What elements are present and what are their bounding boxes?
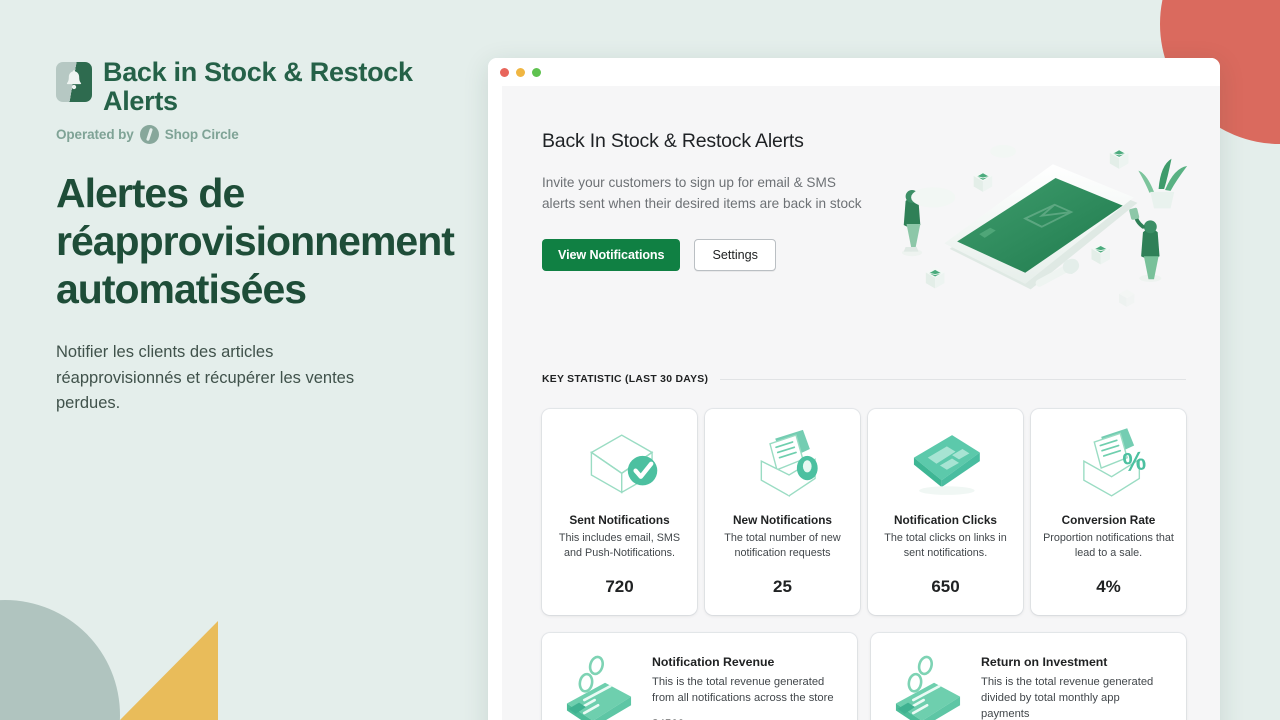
stat-card[interactable]: Notification Clicks The total clicks on … [868,409,1023,615]
key-statistic-header: KEY STATISTIC (LAST 30 DAYS) [542,374,1186,385]
key-statistic-section: KEY STATISTIC (LAST 30 DAYS) Sent Notifi… [502,330,1220,720]
window-maximize-button[interactable] [532,67,541,77]
hero-section: Back In Stock & Restock Alerts Invite yo… [502,86,1220,330]
hero-description: Invite your customers to sign up for ema… [542,175,862,211]
stat-title: Sent Notifications [569,513,670,527]
stat-description: Proportion notifications that lead to a … [1043,532,1174,559]
revenue-card-body: Notification Revenue This is the total r… [652,649,839,720]
stat-card[interactable]: % Conversion Rate Proportion notificatio… [1031,409,1186,615]
operated-by-row: Operated by Shop Circle [56,125,456,145]
stat-value: 25 [773,576,792,596]
revenue-card[interactable]: Notification Revenue This is the total r… [542,632,857,720]
stat-title: New Notifications [733,513,832,527]
credit-card-coins-icon [566,655,632,720]
hero-actions: View Notifications Settings [542,238,872,271]
browser-window: Back In Stock & Restock Alerts Invite yo… [488,58,1220,720]
yellow-triangle-decoration [120,621,218,720]
app-logo-icon [56,62,92,102]
stat-description: The total number of new notification req… [724,532,841,559]
browser-titlebar [488,58,1220,86]
revenue-card-description: This is the total revenue generated divi… [981,675,1154,720]
window-close-button[interactable] [500,67,509,77]
operator-name: Shop Circle [164,127,239,143]
hero-title: Back In Stock & Restock Alerts [542,130,804,152]
stat-description: This includes email, SMS and Push-Notifi… [558,532,681,559]
revenue-card-body: Return on Investment This is the total r… [981,649,1168,720]
stat-value: 4% [1096,576,1121,596]
credit-card-coins-icon [895,655,961,720]
view-notifications-button[interactable]: View Notifications [542,238,681,271]
screenshot-root: Back in Stock & Restock Alerts Operated … [0,0,1280,720]
hero-illustration [878,130,1200,330]
browser-viewport: Back In Stock & Restock Alerts Invite yo… [488,86,1220,720]
envelope-document-icon [760,429,818,497]
promo-column: Back in Stock & Restock Alerts Operated … [56,57,456,416]
app-content: Back In Stock & Restock Alerts Invite yo… [502,86,1220,720]
person-right [1129,207,1162,282]
stat-value: 720 [605,576,634,596]
app-left-rail [488,86,502,720]
promo-subheadline: Notifier les clients des articles réappr… [56,343,355,413]
isometric-phone-illustration [901,144,1188,308]
settings-button[interactable]: Settings [694,238,776,271]
hero-text-block: Back In Stock & Restock Alerts Invite yo… [542,126,872,271]
svg-text:%: % [1121,445,1147,477]
stat-title: Notification Clicks [894,513,997,527]
plant [1138,158,1188,209]
stat-value: 650 [931,576,960,596]
revenue-card-description: This is the total revenue generated from… [652,675,834,705]
operated-by-label: Operated by [56,127,134,143]
mobile-phone-icon [913,435,980,495]
promo-headline: Alertes de réapprovisionnement automatis… [56,170,455,313]
stat-description: The total clicks on links in sent notifi… [884,532,1007,559]
revenue-card-grid: Notification Revenue This is the total r… [542,632,1186,720]
brand-row: Back in Stock & Restock Alerts [56,57,456,117]
revenue-card[interactable]: Return on Investment This is the total r… [871,632,1186,720]
stat-card[interactable]: New Notifications The total number of ne… [705,409,860,615]
gray-circle-decoration [0,600,120,720]
window-minimize-button[interactable] [516,67,525,77]
stat-title: Conversion Rate [1061,513,1156,527]
revenue-card-title: Notification Revenue [652,654,775,669]
brand-title: Back in Stock & Restock Alerts [103,57,413,117]
envelope-check-icon [589,434,657,494]
bell-icon [66,70,82,90]
stat-card[interactable]: Sent Notifications This includes email, … [542,409,697,615]
shop-circle-logo-icon [139,125,159,145]
envelope-percent-icon: % [1082,428,1147,497]
revenue-card-title: Return on Investment [981,654,1108,669]
section-divider [720,379,1186,380]
key-statistic-label: KEY STATISTIC (LAST 30 DAYS) [542,374,709,385]
stat-card-grid: Sent Notifications This includes email, … [542,409,1186,615]
